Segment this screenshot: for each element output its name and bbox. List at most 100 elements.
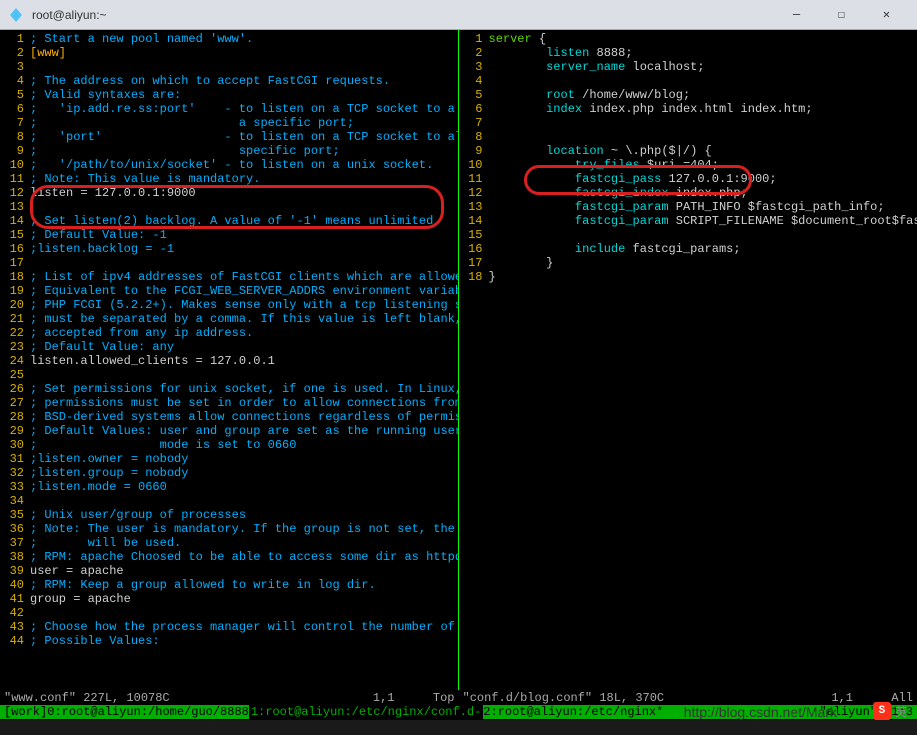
code-line[interactable]: 8; 'port' - to listen on a TCP socket to… bbox=[0, 130, 458, 144]
code-line[interactable]: 8 bbox=[459, 130, 917, 144]
code-line[interactable]: 9 location ~ \.php($|/) { bbox=[459, 144, 917, 158]
code-line[interactable]: 42 bbox=[0, 606, 458, 620]
code-line[interactable]: 33;listen.mode = 0660 bbox=[0, 480, 458, 494]
code-line[interactable]: 32;listen.group = nobody bbox=[0, 466, 458, 480]
code-line[interactable]: 11 fastcgi_pass 127.0.0.1:9000; bbox=[459, 172, 917, 186]
code-line[interactable]: 5 root /home/www/blog; bbox=[459, 88, 917, 102]
line-number: 8 bbox=[0, 130, 24, 144]
close-button[interactable]: ✕ bbox=[864, 0, 909, 30]
code-line[interactable]: 19; Equivalent to the FCGI_WEB_SERVER_AD… bbox=[0, 284, 458, 298]
code-line[interactable]: 2[www] bbox=[0, 46, 458, 60]
tmux-window[interactable]: 1:root@aliyun:/etc/nginx/conf.d- bbox=[249, 705, 483, 719]
code-line[interactable]: 5; Valid syntaxes are: bbox=[0, 88, 458, 102]
tmux-window[interactable]: 0:root@aliyun:/home/guo/8888 bbox=[47, 705, 249, 719]
code-line[interactable]: 37; will be used. bbox=[0, 536, 458, 550]
code-line[interactable]: 31;listen.owner = nobody bbox=[0, 452, 458, 466]
code-line[interactable]: 16 include fastcgi_params; bbox=[459, 242, 917, 256]
minimize-button[interactable]: ─ bbox=[774, 0, 819, 30]
code-line[interactable]: 13 fastcgi_param PATH_INFO $fastcgi_path… bbox=[459, 200, 917, 214]
code-text: ; accepted from any ip address. bbox=[30, 326, 253, 340]
code-line[interactable]: 1 ; Start a new pool named 'www'. bbox=[0, 32, 458, 46]
code-line[interactable]: 3 server_name localhost; bbox=[459, 60, 917, 74]
code-line[interactable]: 9; specific port; bbox=[0, 144, 458, 158]
ime-badge[interactable]: S bbox=[873, 702, 891, 720]
code-line[interactable]: 17 } bbox=[459, 256, 917, 270]
code-line[interactable]: 13 bbox=[0, 200, 458, 214]
code-line[interactable]: 4; The address on which to accept FastCG… bbox=[0, 74, 458, 88]
code-line[interactable]: 18; List of ipv4 addresses of FastCGI cl… bbox=[0, 270, 458, 284]
code-text: root /home/www/blog; bbox=[489, 88, 691, 102]
maximize-button[interactable]: ☐ bbox=[819, 0, 864, 30]
code-line[interactable]: 10; '/path/to/unix/socket' - to listen o… bbox=[0, 158, 458, 172]
code-line[interactable]: 18} bbox=[459, 270, 917, 284]
code-line[interactable]: 6; 'ip.add.re.ss:port' - to listen on a … bbox=[0, 102, 458, 116]
code-text: fastcgi_index index.php; bbox=[489, 186, 748, 200]
code-line[interactable]: 30; mode is set to 0660 bbox=[0, 438, 458, 452]
code-line[interactable]: 7; a specific port; bbox=[0, 116, 458, 130]
code-line[interactable]: 22; accepted from any ip address. bbox=[0, 326, 458, 340]
code-line[interactable]: 41group = apache bbox=[0, 592, 458, 606]
left-pane[interactable]: 1; Start a new pool named 'www'.2[www]34… bbox=[0, 30, 459, 690]
code-text: ; Start a new pool named 'www'. bbox=[30, 32, 253, 46]
code-line[interactable]: 12listen = 127.0.0.1:9000 bbox=[0, 186, 458, 200]
code-line[interactable]: 21; must be separated by a comma. If thi… bbox=[0, 312, 458, 326]
code-line[interactable]: 10 try_files $uri =404; bbox=[459, 158, 917, 172]
right-pane[interactable]: 1server {2 listen 8888;3 server_name loc… bbox=[459, 30, 917, 690]
code-line[interactable]: 25 bbox=[0, 368, 458, 382]
line-number: 1 bbox=[0, 32, 24, 46]
code-line[interactable]: 35; Unix user/group of processes bbox=[0, 508, 458, 522]
code-line[interactable]: 7 bbox=[459, 116, 917, 130]
code-line[interactable]: 26; Set permissions for unix socket, if … bbox=[0, 382, 458, 396]
code-line[interactable]: 17 bbox=[0, 256, 458, 270]
code-line[interactable]: 40; RPM: Keep a group allowed to write i… bbox=[0, 578, 458, 592]
code-line[interactable]: 38; RPM: apache Choosed to be able to ac… bbox=[0, 550, 458, 564]
line-number: 26 bbox=[0, 382, 24, 396]
line-number: 7 bbox=[459, 116, 483, 130]
code-text: fastcgi_pass 127.0.0.1:9000; bbox=[489, 172, 777, 186]
code-line[interactable]: 15; Default Value: -1 bbox=[0, 228, 458, 242]
code-line[interactable]: 28; BSD-derived systems allow connection… bbox=[0, 410, 458, 424]
code-line[interactable]: 24listen.allowed_clients = 127.0.0.1 bbox=[0, 354, 458, 368]
code-text: ; mode is set to 0660 bbox=[30, 438, 296, 452]
window-title: root@aliyun:~ bbox=[32, 8, 774, 22]
line-number: 13 bbox=[459, 200, 483, 214]
code-line[interactable]: 1server { bbox=[459, 32, 917, 46]
line-number: 40 bbox=[0, 578, 24, 592]
code-line[interactable]: 34 bbox=[0, 494, 458, 508]
line-number: 13 bbox=[0, 200, 24, 214]
code-line[interactable]: 36; Note: The user is mandatory. If the … bbox=[0, 522, 458, 536]
code-line[interactable]: 2 listen 8888; bbox=[459, 46, 917, 60]
code-line[interactable]: 20; PHP FCGI (5.2.2+). Makes sense only … bbox=[0, 298, 458, 312]
code-line[interactable]: 43; Choose how the process manager will … bbox=[0, 620, 458, 634]
code-text: try_files $uri =404; bbox=[489, 158, 719, 172]
code-line[interactable]: 11; Note: This value is mandatory. bbox=[0, 172, 458, 186]
ime-lang: 英 bbox=[895, 703, 907, 720]
code-line[interactable]: 44; Possible Values: bbox=[0, 634, 458, 648]
code-line[interactable]: 4 bbox=[459, 74, 917, 88]
ime-indicator[interactable]: S 英 bbox=[873, 702, 907, 720]
code-text: ; Unix user/group of processes bbox=[30, 508, 246, 522]
line-number: 33 bbox=[0, 480, 24, 494]
code-line[interactable]: 6 index index.php index.html index.htm; bbox=[459, 102, 917, 116]
code-line[interactable]: 23; Default Value: any bbox=[0, 340, 458, 354]
code-line[interactable]: 27; permissions must be set in order to … bbox=[0, 396, 458, 410]
code-line[interactable]: 16;listen.backlog = -1 bbox=[0, 242, 458, 256]
code-text: ; Default Values: user and group are set… bbox=[30, 424, 459, 438]
line-number: 43 bbox=[0, 620, 24, 634]
tmux-window[interactable]: 2:root@aliyun:/etc/nginx* bbox=[483, 705, 663, 719]
code-line[interactable]: 14; Set listen(2) backlog. A value of '-… bbox=[0, 214, 458, 228]
code-line[interactable]: 29; Default Values: user and group are s… bbox=[0, 424, 458, 438]
code-text: ;listen.backlog = -1 bbox=[30, 242, 174, 256]
code-text: ; BSD-derived systems allow connections … bbox=[30, 410, 459, 424]
line-number: 32 bbox=[0, 466, 24, 480]
code-line[interactable]: 3 bbox=[0, 60, 458, 74]
code-line[interactable]: 39user = apache bbox=[0, 564, 458, 578]
terminal[interactable]: 1; Start a new pool named 'www'.2[www]34… bbox=[0, 30, 917, 720]
code-line[interactable]: 14 fastcgi_param SCRIPT_FILENAME $docume… bbox=[459, 214, 917, 228]
code-text: listen = 127.0.0.1:9000 bbox=[30, 186, 196, 200]
code-text: ; The address on which to accept FastCGI… bbox=[30, 74, 390, 88]
code-text: ; 'ip.add.re.ss:port' - to listen on a T… bbox=[30, 102, 459, 116]
left-status-mode: Top bbox=[395, 691, 455, 705]
code-line[interactable]: 15 bbox=[459, 228, 917, 242]
code-line[interactable]: 12 fastcgi_index index.php; bbox=[459, 186, 917, 200]
